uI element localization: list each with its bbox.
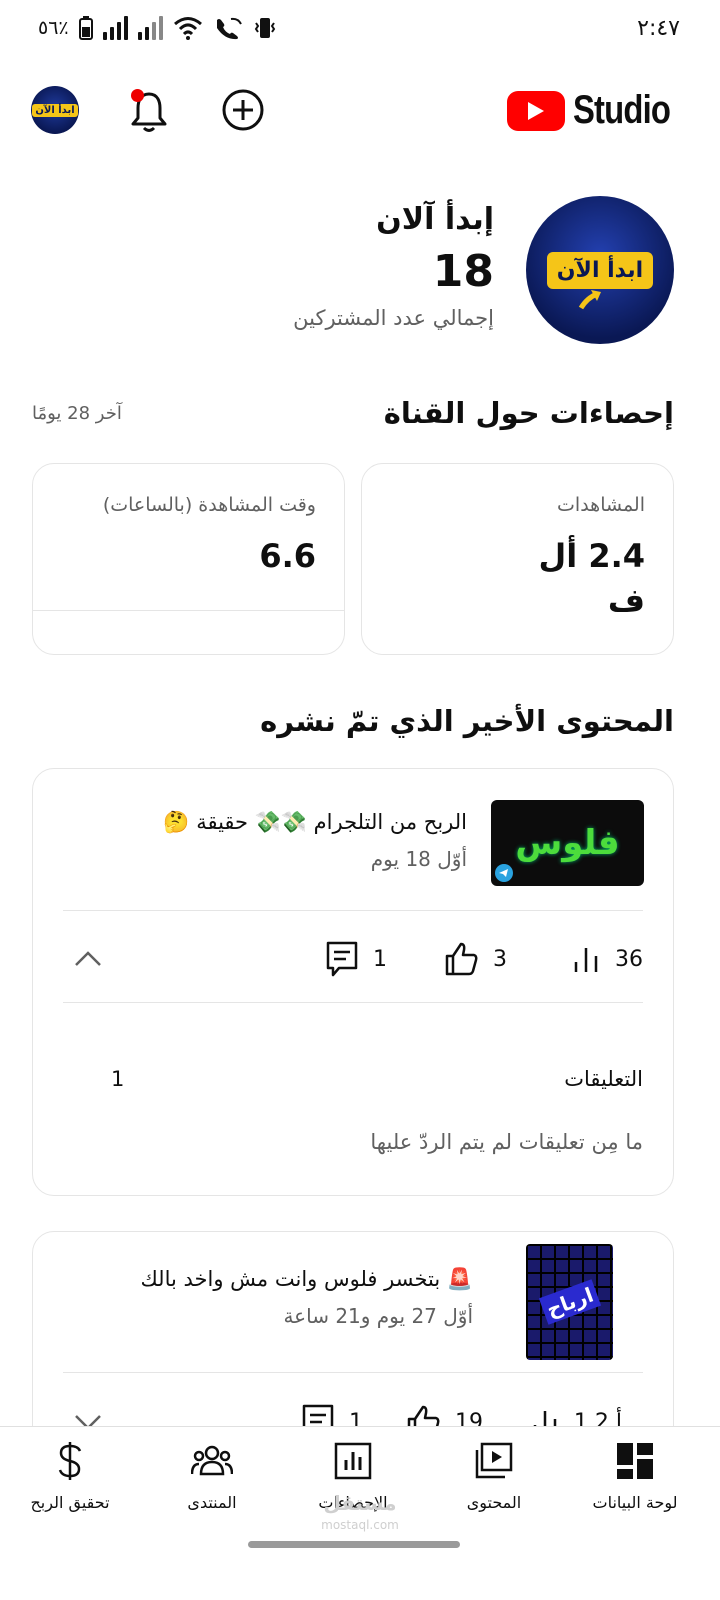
arrow-icon [578,289,601,309]
views-count: 36 [615,946,643,972]
nav-earn[interactable]: تحقيق الربح [0,1439,140,1512]
video-card[interactable]: فلوس الربح من التلجرام 💸💸 حقيقة 🤔 أوّل 1… [32,768,674,1196]
video-thumbnail[interactable]: فلوس [491,800,644,886]
comments-summary-row: التعليقات 1 [63,1067,643,1091]
clock: ٢:٤٧ [637,16,680,41]
nav-community[interactable]: المنتدى [142,1439,282,1512]
nav-dashboard[interactable]: لوحة البيانات [565,1439,705,1512]
channel-name: إبدأ آلان [376,202,494,237]
status-icons: ٥٦٪ [38,16,277,40]
account-avatar[interactable]: ابدأ الآن [31,86,79,134]
nav-content[interactable]: المحتوى [424,1439,564,1512]
wifi-icon [173,17,202,40]
youtube-play-icon [506,90,565,131]
channel-info: إبدأ آلان 18 إجمالي عدد المشتركين [293,196,494,336]
watermark-arabic: مستقل [323,1491,397,1515]
video-thumbnail[interactable]: ارباح [526,1244,613,1360]
channel-avatar[interactable]: ابدأ الآن [526,196,674,344]
views-value: 2.4 أل ف [538,537,645,619]
vibrate-icon [254,18,275,38]
comments-count: 1 [373,946,387,972]
chevron-up-icon[interactable] [73,950,103,968]
content-icon [475,1442,513,1479]
telegram-icon [495,864,513,882]
nav-content-label: المحتوى [466,1493,522,1512]
nav-earn-label: تحقيق الربح [30,1493,110,1512]
nav-dashboard-label: لوحة البيانات [592,1493,678,1512]
video-metrics-row: 36 3 1 [63,929,643,989]
comments-metric: 1 [325,940,387,978]
app-bar: ابدأ الآن Studio [0,74,720,146]
watermark-latin: mostaql.com [321,1518,399,1532]
watermark: مستقل mostaql.com [300,1492,420,1536]
thumbnail-text: ارباح [538,1279,601,1325]
views-label: المشاهدات [557,494,645,516]
views-metric: 36 [571,944,643,974]
subscriber-count: 18 [432,246,494,297]
subscriber-label: إجمالي عدد المشتركين [293,306,494,330]
likes-metric: 3 [443,942,507,976]
video-age: أوّل 18 يوم [370,847,467,871]
views-card[interactable]: المشاهدات 2.4 أل ف [361,463,674,655]
battery-percent: ٥٦٪ [38,17,69,39]
channel-analytics-title: إحصاءات حول القناة [383,396,674,430]
channel-logo-text: ابدأ الآن [556,257,644,283]
avatar-logo-text: ابدأ الآن [32,103,78,117]
comment-icon [326,941,358,977]
video-title[interactable]: الربح من التلجرام 💸💸 حقيقة 🤔 [67,805,467,839]
bar-chart-icon [574,948,598,972]
wifi-call-icon [216,17,242,40]
recent-content-title: المحتوى الأخير الذي تمّ نشره [260,704,674,738]
comments-label: التعليقات [564,1067,643,1091]
divider [63,1372,643,1373]
likes-count: 3 [493,946,507,972]
notification-dot [131,89,144,102]
home-indicator[interactable] [248,1541,460,1548]
divider [63,1002,643,1003]
battery-icon [78,16,93,40]
dollar-icon [58,1442,82,1480]
recent-content-header: المحتوى الأخير الذي تمّ نشره [32,704,674,738]
unreplied-comments-note: ما مِن تعليقات لم يتم الردّ عليها [370,1130,643,1154]
community-icon [191,1445,233,1476]
watch-time-card[interactable]: وقت المشاهدة (بالساعات) 6.6 [32,463,345,655]
create-plus-icon[interactable] [222,89,264,131]
nav-community-label: المنتدى [187,1493,237,1512]
analytics-icon [334,1442,372,1480]
watch-time-label: وقت المشاهدة (بالساعات) [102,494,316,516]
youtube-studio-logo: Studio [506,88,677,133]
status-bar: ٥٦٪ ٢:٤٧ [0,0,720,62]
signal-icon [102,16,128,40]
studio-wordmark: Studio [572,88,671,132]
watch-time-value: 6.6 [259,537,316,575]
thumbs-up-icon [445,942,478,976]
channel-logo-badge: ابدأ الآن [546,251,654,309]
analytics-period: آخر 28 يومًا [32,402,122,424]
dashboard-icon [617,1443,653,1479]
channel-analytics-header: إحصاءات حول القناة آخر 28 يومًا [32,396,674,430]
thumbnail-text: فلوس [515,823,620,863]
video-age: أوّل 27 يوم و21 ساعة [283,1304,473,1328]
video-title[interactable]: 🚨 بتخسر فلوس وانت مش واخد بالك [53,1262,473,1296]
divider [63,910,643,911]
comments-total: 1 [111,1067,125,1091]
signal-icon-2 [137,16,163,40]
